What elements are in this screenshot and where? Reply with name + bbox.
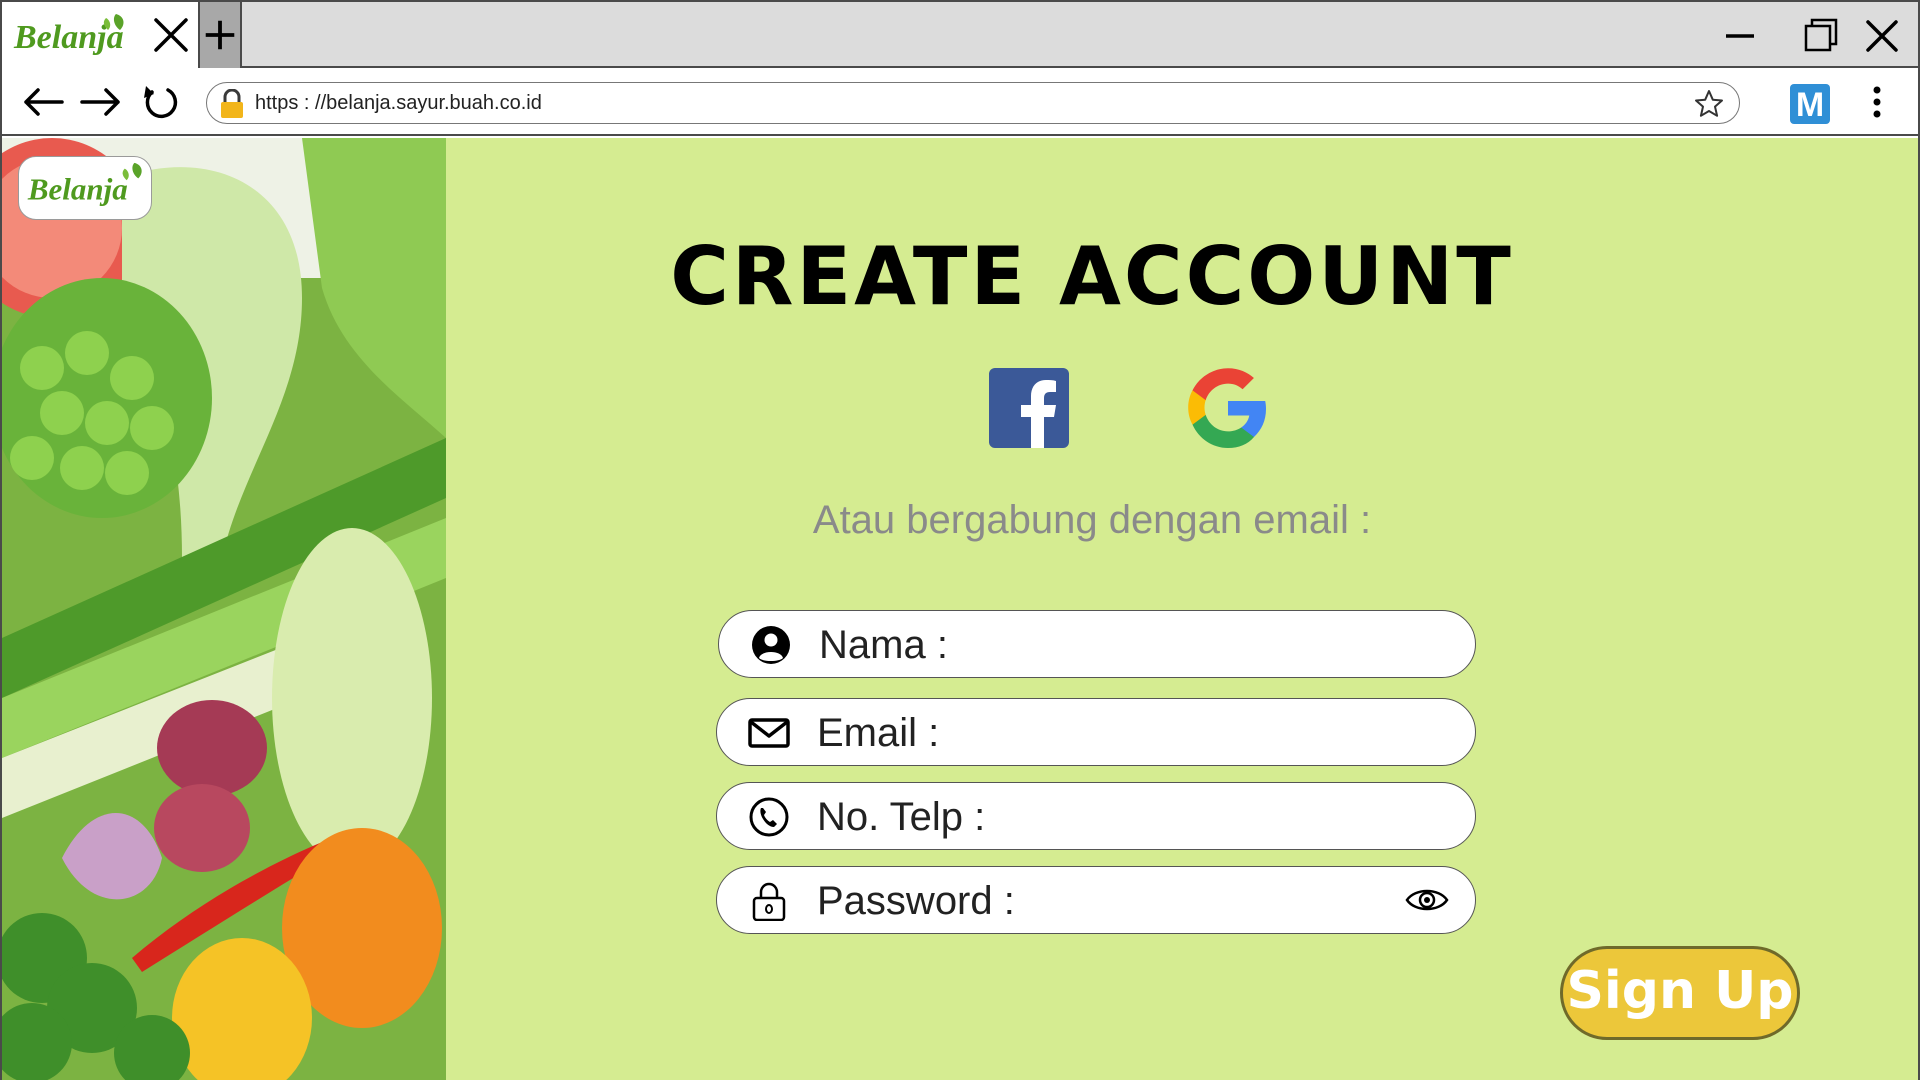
phone-icon <box>749 797 789 837</box>
minimize-icon[interactable] <box>1720 16 1760 56</box>
extension-m-icon[interactable]: M <box>1790 84 1830 124</box>
name-field[interactable] <box>718 610 1476 678</box>
sign-up-button[interactable]: Sign Up <box>1560 946 1800 1040</box>
forward-arrow-icon[interactable] <box>78 82 124 122</box>
belanja-logo-text: Belanja <box>27 172 128 207</box>
password-field[interactable] <box>716 866 1476 934</box>
envelope-icon <box>748 718 790 748</box>
reload-icon[interactable] <box>138 82 184 122</box>
browser-menu-icon[interactable] <box>1864 84 1890 124</box>
page-title: CREATE ACCOUNT <box>670 230 1514 323</box>
google-icon[interactable] <box>1186 366 1270 450</box>
email-input[interactable] <box>817 707 1377 759</box>
belanja-logo: Belanja <box>18 156 152 220</box>
back-arrow-icon[interactable] <box>20 82 66 122</box>
belanja-logo: Belanja <box>13 14 124 56</box>
address-bar[interactable]: https : //belanja.sayur.buah.co.id <box>206 82 1740 124</box>
browser-window: Belanja https: //belanja.sayur.buah.co.… <box>0 0 1920 1080</box>
close-window-icon[interactable] <box>1862 16 1902 56</box>
password-input[interactable] <box>817 875 1377 927</box>
page-content: Belanja CREATE ACCOUNT Atau bergabung de… <box>2 138 1918 1080</box>
bookmark-star-icon[interactable] <box>1693 88 1725 120</box>
user-icon <box>752 626 790 664</box>
url-text: https : //belanja.sayur.buah.co.id <box>255 92 542 114</box>
close-tab-icon[interactable] <box>152 16 190 54</box>
email-field[interactable] <box>716 698 1476 766</box>
padlock-icon <box>221 89 243 118</box>
name-input[interactable] <box>819 619 1379 671</box>
email-signup-subtitle: Atau bergabung dengan email : <box>812 498 1372 542</box>
show-password-eye-icon[interactable] <box>1405 885 1449 915</box>
phone-input[interactable] <box>817 791 1377 843</box>
phone-field[interactable] <box>716 782 1476 850</box>
browser-tab[interactable]: Belanja <box>2 2 200 68</box>
new-tab-icon[interactable] <box>200 2 242 68</box>
vegetables-image <box>2 138 446 1080</box>
browser-toolbar: https : //belanja.sayur.buah.co.id M <box>2 68 1918 136</box>
padlock-icon <box>752 882 786 921</box>
restore-icon[interactable] <box>1800 16 1840 56</box>
facebook-icon[interactable] <box>989 368 1069 448</box>
tab-bar: Belanja <box>2 2 1918 68</box>
